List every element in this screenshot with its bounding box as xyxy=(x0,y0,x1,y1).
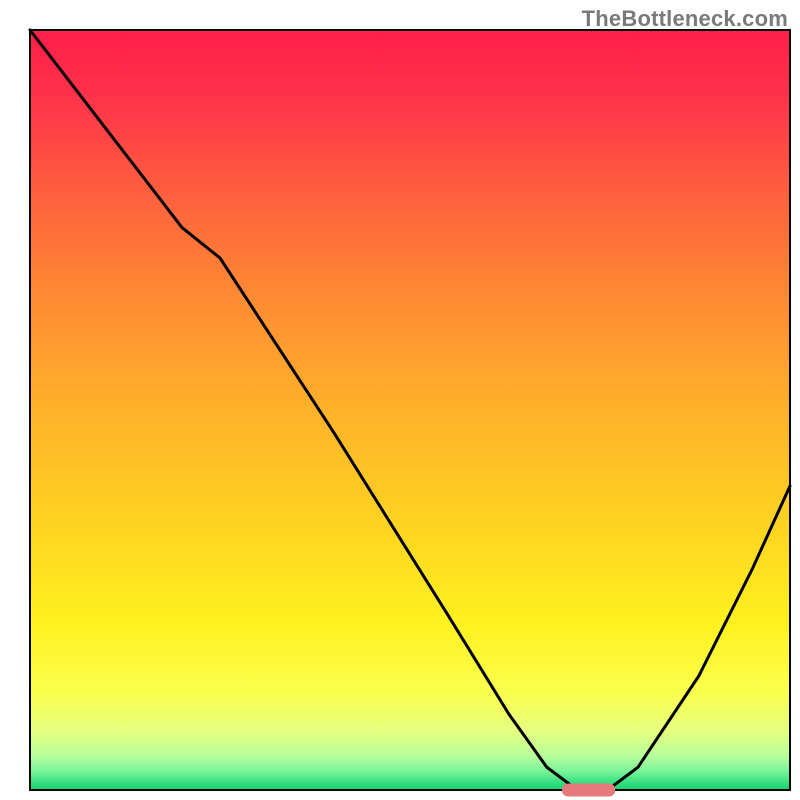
chart-svg xyxy=(0,0,800,800)
plot-background xyxy=(30,30,790,790)
optimal-marker xyxy=(562,784,615,797)
bottleneck-chart: TheBottleneck.com xyxy=(0,0,800,800)
